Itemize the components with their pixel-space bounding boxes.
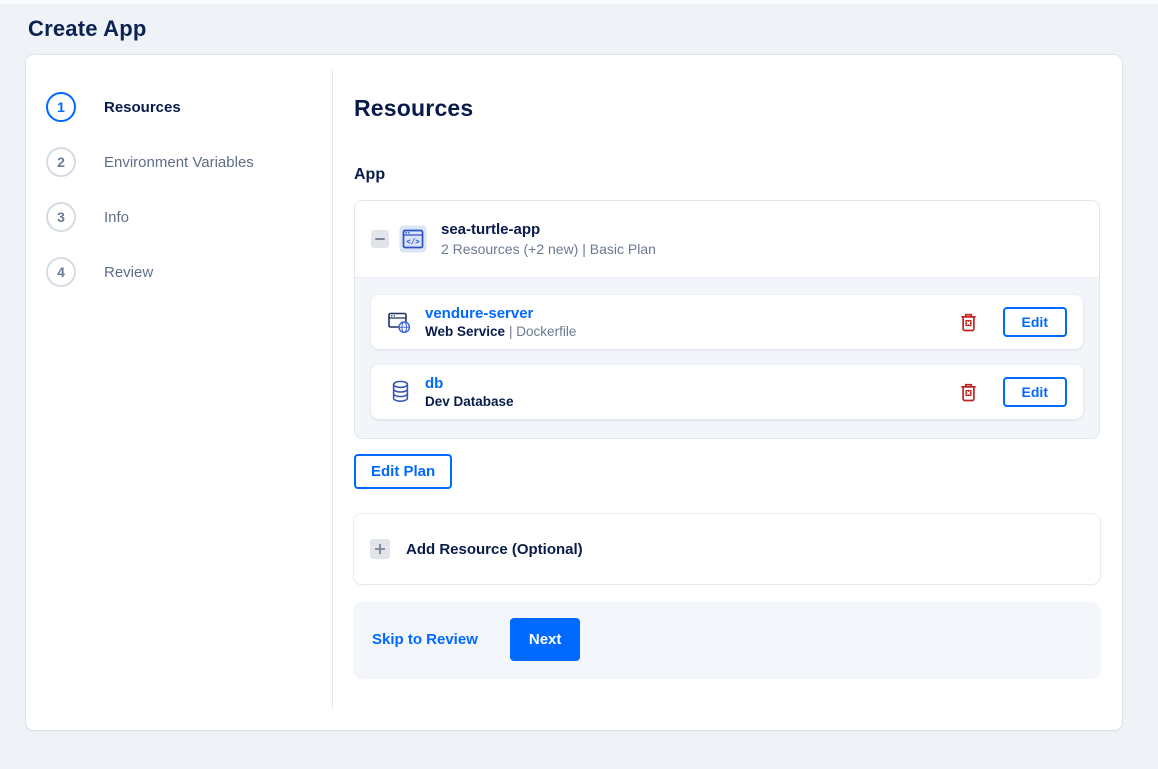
step-label: Resources	[104, 98, 181, 116]
app-section-label: App	[354, 166, 386, 183]
next-button[interactable]: Next	[509, 618, 581, 661]
edit-plan-button[interactable]: Edit Plan	[354, 454, 453, 489]
step-content-panel: Resources App </> sea-turtle-app 2 Resou…	[333, 70, 1122, 709]
trash-icon[interactable]	[960, 313, 977, 332]
wizard-steps-sidebar: 1 Resources 2 Environment Variables 3 In…	[26, 70, 333, 709]
edit-resource-button[interactable]: Edit	[1002, 377, 1067, 407]
step-number-badge: 3	[46, 202, 76, 232]
resource-name-link[interactable]: db	[425, 375, 518, 392]
page-title: Create App	[28, 16, 147, 41]
resource-detail: | Dockerfile	[509, 324, 577, 339]
app-group-body: vendure-server Web Service| Dockerfile	[355, 277, 1099, 438]
content-heading: Resources	[354, 95, 474, 121]
database-icon	[387, 380, 413, 404]
resource-type: Dev Database	[425, 394, 514, 409]
step-review[interactable]: 4 Review	[46, 257, 332, 287]
resource-row: db Dev Database Edit	[371, 365, 1083, 419]
resource-type: Web Service	[425, 324, 506, 339]
step-label: Environment Variables	[104, 153, 254, 171]
step-label: Info	[104, 208, 130, 226]
step-environment-variables[interactable]: 2 Environment Variables	[46, 147, 332, 177]
web-service-icon	[387, 310, 413, 335]
step-number-badge: 2	[46, 147, 76, 177]
plus-icon	[370, 539, 390, 559]
skip-to-review-link[interactable]: Skip to Review	[372, 631, 478, 648]
step-number-badge: 4	[46, 257, 76, 287]
app-name: sea-turtle-app	[441, 221, 541, 238]
step-info[interactable]: 3 Info	[46, 202, 332, 232]
add-resource-label: Add Resource (Optional)	[406, 540, 583, 558]
resource-name-link[interactable]: vendure-server	[425, 305, 576, 322]
app-group-card: </> sea-turtle-app 2 Resources (+2 new) …	[354, 200, 1100, 439]
step-label: Review	[104, 263, 154, 281]
app-window-code-icon: </>	[399, 225, 427, 253]
wizard-footer-bar: Skip to Review Next	[354, 602, 1100, 677]
trash-icon[interactable]	[960, 383, 977, 402]
add-resource-button[interactable]: Add Resource (Optional)	[354, 514, 1100, 584]
collapse-minus-icon[interactable]	[371, 230, 389, 248]
edit-resource-button[interactable]: Edit	[1002, 307, 1067, 337]
app-summary: 2 Resources (+2 new) | Basic Plan	[441, 241, 656, 257]
create-app-card: 1 Resources 2 Environment Variables 3 In…	[26, 55, 1122, 730]
step-resources[interactable]: 1 Resources	[46, 92, 332, 122]
svg-text:</>: </>	[406, 237, 420, 246]
app-group-header: </> sea-turtle-app 2 Resources (+2 new) …	[355, 201, 1099, 277]
step-number-badge: 1	[46, 92, 76, 122]
resource-row: vendure-server Web Service| Dockerfile	[371, 295, 1083, 349]
